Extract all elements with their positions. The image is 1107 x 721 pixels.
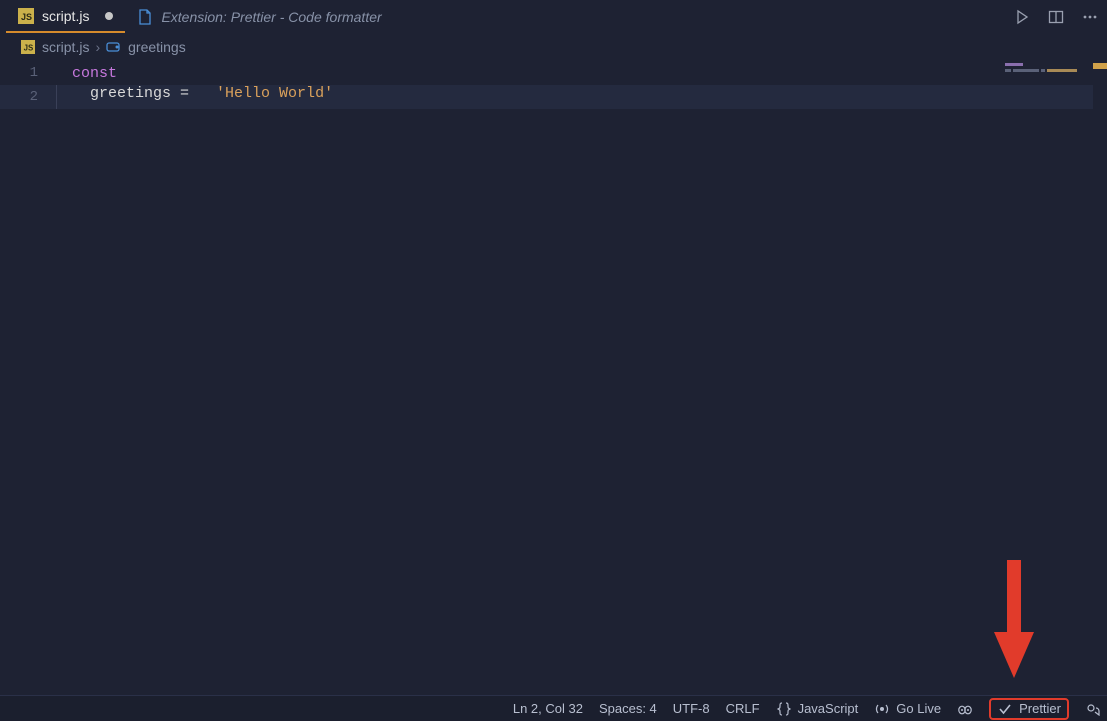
overview-marker: [1093, 63, 1107, 69]
annotation-arrow: [992, 560, 1036, 680]
split-editor-icon[interactable]: [1045, 6, 1067, 28]
tab-extension-label: Extension: Prettier - Code formatter: [161, 9, 381, 25]
preview-file-icon: [137, 9, 153, 25]
svg-text:JS: JS: [24, 44, 34, 53]
status-go-live-label: Go Live: [896, 701, 941, 716]
status-encoding[interactable]: UTF-8: [673, 701, 710, 716]
overview-ruler[interactable]: [1093, 33, 1107, 695]
status-bar: Ln 2, Col 32 Spaces: 4 UTF-8 CRLF JavaSc…: [0, 695, 1107, 721]
editor-tab-bar: JS script.js Extension: Prettier - Code …: [0, 0, 1107, 33]
code-line[interactable]: 2greetings = 'Hello World': [0, 85, 1107, 109]
status-language-label: JavaScript: [798, 701, 859, 716]
breadcrumb[interactable]: JS script.js › greetings: [0, 33, 1107, 61]
line-content: greetings = 'Hello World': [56, 85, 333, 109]
braces-icon: [776, 701, 792, 717]
status-prettier[interactable]: Prettier: [989, 698, 1069, 720]
status-prettier-label: Prettier: [1019, 701, 1061, 716]
broadcast-icon: [874, 701, 890, 717]
check-icon: [997, 701, 1013, 717]
tab-script-js[interactable]: JS script.js: [6, 0, 125, 33]
editor-toolbar: [1011, 0, 1101, 33]
code-editor[interactable]: 1const2greetings = 'Hello World': [0, 61, 1107, 109]
svg-text:JS: JS: [21, 12, 32, 22]
status-copilot[interactable]: [957, 701, 973, 717]
copilot-icon: [957, 701, 973, 717]
line-number: 1: [0, 65, 56, 81]
dirty-indicator-icon: [105, 12, 113, 20]
breadcrumb-file: script.js: [42, 39, 89, 55]
js-file-icon: JS: [20, 39, 36, 55]
tab-filename: script.js: [42, 8, 89, 24]
line-number: 2: [0, 89, 56, 105]
status-cursor-position[interactable]: Ln 2, Col 32: [513, 701, 583, 716]
js-file-icon: JS: [18, 8, 34, 24]
ellipsis-icon[interactable]: [1079, 6, 1101, 28]
status-feedback[interactable]: [1085, 701, 1101, 717]
minimap[interactable]: [1005, 63, 1093, 75]
play-icon[interactable]: [1011, 6, 1033, 28]
variable-symbol-icon: [106, 39, 122, 55]
code-line[interactable]: 1const: [0, 61, 1107, 85]
breadcrumb-symbol: greetings: [128, 39, 186, 55]
tab-extension-prettier[interactable]: Extension: Prettier - Code formatter: [125, 0, 393, 33]
line-content: const: [56, 65, 117, 82]
status-indent[interactable]: Spaces: 4: [599, 701, 657, 716]
status-eol[interactable]: CRLF: [726, 701, 760, 716]
status-go-live[interactable]: Go Live: [874, 701, 941, 717]
feedback-icon: [1085, 701, 1101, 717]
status-language[interactable]: JavaScript: [776, 701, 859, 717]
breadcrumb-separator: ›: [95, 39, 100, 55]
